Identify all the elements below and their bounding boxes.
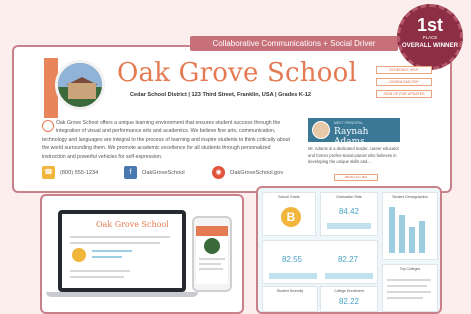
laptop-mockup: Oak Grove School — [58, 210, 186, 292]
description-text: Oak Grove School offers a unique learnin… — [42, 120, 291, 160]
page-title: Oak Grove School — [117, 58, 357, 88]
action-buttons: SCHEDULE VISIT DOWNLOAD PDF SIGN UP FOR … — [376, 66, 436, 102]
tile-label: School Grade — [278, 195, 300, 199]
phone-link[interactable]: ☎ (800) 555-1234 — [42, 166, 98, 180]
badge-award: OVERALL WINNER — [401, 42, 459, 49]
download-pdf-button[interactable]: DOWNLOAD PDF — [376, 78, 432, 86]
school-photo — [55, 60, 105, 110]
page: Collaborative Communications + Social Dr… — [0, 0, 471, 314]
principal-card: MEET PRINCIPAL Raynah Adams Mr. Adams is… — [308, 118, 400, 181]
tile-label: Top Colleges — [399, 267, 421, 271]
tile-label: College Enrollment — [334, 289, 364, 293]
badge-rank: 1st — [416, 15, 443, 35]
tile-value: 82.27 — [337, 255, 359, 264]
schedule-visit-button[interactable]: SCHEDULE VISIT — [376, 66, 432, 74]
laptop-screen-title: Oak Grove School — [96, 220, 169, 229]
facebook-link[interactable]: f OakGroveSchool — [124, 166, 185, 180]
top-colleges-tile: Top Colleges — [382, 264, 438, 312]
facebook-icon: f — [124, 166, 137, 180]
tile-label: Student Diversity — [276, 289, 304, 293]
phone-text: (800) 555-1234 — [60, 170, 99, 176]
diversity-tile: Student Diversity — [262, 286, 318, 312]
laptop-base — [46, 292, 198, 297]
contact-row: ☎ (800) 555-1234 f OakGroveSchool ◉ OakGrov… — [42, 166, 312, 180]
badge-place: PLACE — [422, 35, 438, 40]
phone-mockup — [192, 216, 232, 292]
tile-label: Student Demographics — [392, 195, 428, 199]
phone-icon: ☎ — [42, 166, 55, 180]
college-tile: College Enrollment 82.22 — [320, 286, 378, 312]
school-description: Oak Grove School offers a unique learnin… — [42, 119, 292, 161]
award-badge: 1st PLACE OVERALL WINNER — [397, 4, 463, 70]
grade-icon: B — [281, 207, 301, 227]
tile-label: Graduation Rate — [336, 195, 362, 199]
web-text: OakGroveSchool.gov — [230, 170, 284, 176]
school-grade-tile: School Grade B — [262, 192, 316, 236]
principal-meet-label: MEET PRINCIPAL — [334, 121, 363, 125]
tile-value: 84.42 — [338, 207, 360, 216]
principal-bio: Mr. Adams is a dedicated leader, career … — [308, 146, 400, 164]
read-bio-button[interactable]: READ FULL BIO — [334, 174, 378, 181]
web-icon: ◉ — [212, 166, 225, 180]
dashboard-card: School Grade B Graduation Rate 84.42 Stu… — [256, 186, 442, 314]
demographics-tile: Student Demographics — [382, 192, 438, 260]
school-subtitle: Cedar School District | 123 Third Street… — [130, 92, 312, 98]
principal-name: Raynah Adams — [334, 127, 369, 147]
graduation-tile: Graduation Rate 84.42 — [320, 192, 378, 236]
web-link[interactable]: ◉ OakGroveSchool.gov — [212, 166, 283, 180]
agency-banner: Collaborative Communications + Social Dr… — [190, 36, 398, 51]
tile-value: 82.22 — [338, 297, 360, 306]
laptop-screen: Oak Grove School — [62, 214, 182, 288]
sign-up-button[interactable]: SIGN UP FOR UPDATES — [376, 90, 432, 98]
facebook-text: OakGroveSchool — [142, 170, 185, 176]
laptop-grade-icon — [72, 248, 86, 262]
phone-screen — [196, 226, 228, 284]
avatar — [312, 121, 330, 139]
standards-tile: 82.55 82.27 — [262, 240, 378, 284]
principal-header: MEET PRINCIPAL Raynah Adams — [308, 118, 400, 147]
dropcap-icon — [42, 120, 54, 132]
